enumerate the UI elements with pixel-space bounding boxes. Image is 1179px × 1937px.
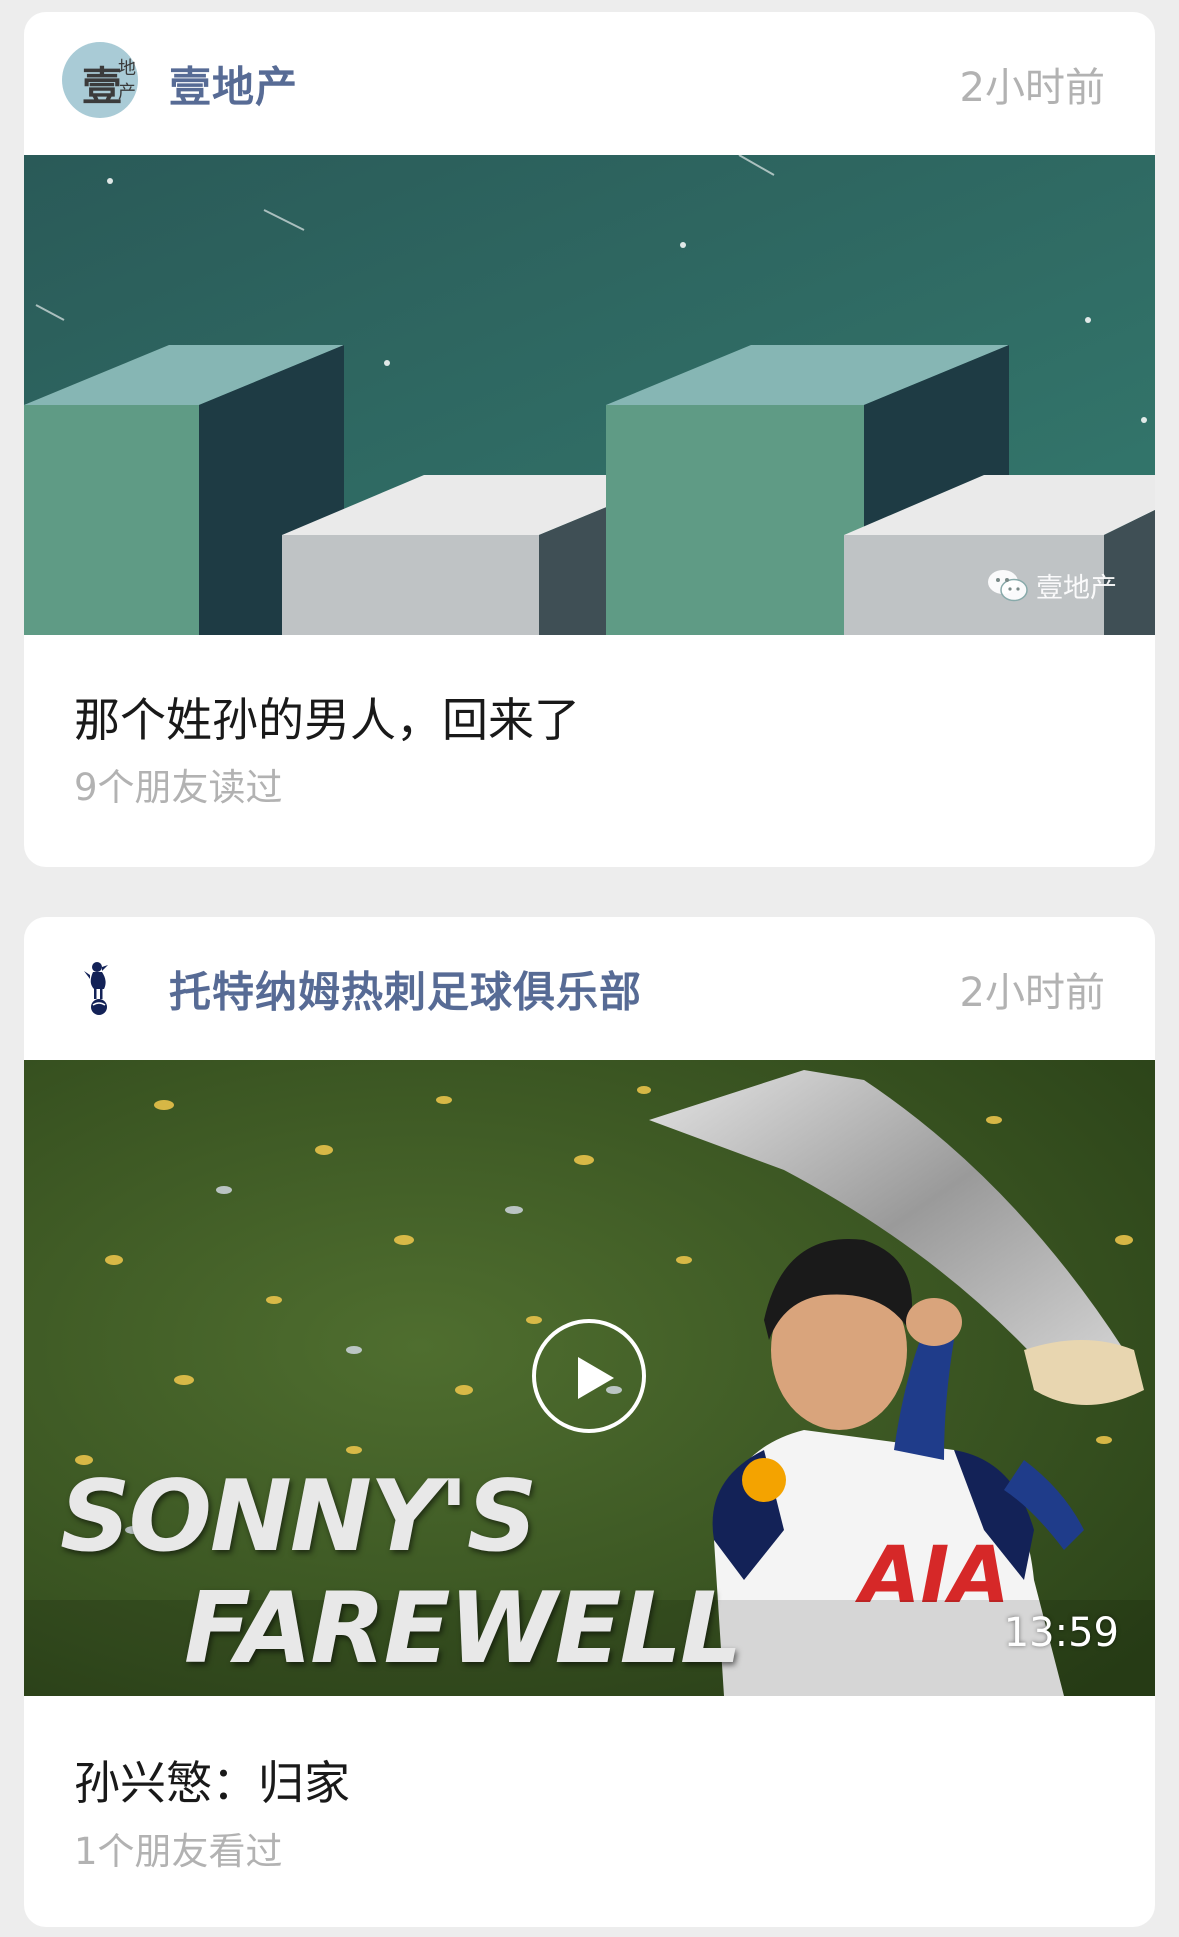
avatar-logo-small-1: 地 — [118, 58, 136, 79]
video-duration: 13:59 — [1003, 1610, 1119, 1656]
account-name[interactable]: 壹地产 — [169, 53, 298, 114]
article-cover-image[interactable]: 壹地产 — [24, 155, 1155, 635]
card-header: 托特纳姆热刺足球俱乐部 2小时前 — [24, 917, 1155, 1060]
video-headline-line1: SONNY'S — [60, 1460, 537, 1574]
watermark-text: 壹地产 — [1036, 573, 1117, 604]
article-title[interactable]: 那个姓孙的男人，回来了 — [74, 684, 580, 750]
account-name[interactable]: 托特纳姆热刺足球俱乐部 — [169, 958, 642, 1019]
feed-card-video[interactable]: 托特纳姆热刺足球俱乐部 2小时前 AIA SONNY'S FAREWELL 13… — [24, 917, 1155, 1927]
card-header: 壹 地 产 壹地产 2小时前 — [24, 12, 1155, 155]
account-avatar[interactable] — [60, 945, 140, 1025]
watched-by-friends: 1个朋友看过 — [74, 1830, 283, 1873]
video-cover-image[interactable]: AIA SONNY'S FAREWELL 13:59 — [24, 1060, 1155, 1696]
avatar-logo-main: 壹 — [82, 64, 122, 110]
video-headline-line2: FAREWELL — [184, 1572, 742, 1686]
wechat-icon — [986, 568, 1030, 604]
post-time: 2小时前 — [959, 969, 1105, 1016]
play-icon[interactable] — [532, 1319, 646, 1433]
account-avatar[interactable]: 壹 地 产 — [60, 40, 140, 120]
avatar-logo-small-2: 产 — [118, 82, 136, 103]
feed-card-article[interactable]: 壹 地 产 壹地产 2小时前 壹地产 那个姓孙的男人，回来了 9个朋友读过 — [24, 12, 1155, 867]
read-by-friends: 9个朋友读过 — [74, 766, 283, 809]
spurs-cockerel-icon — [60, 945, 140, 1025]
cover-watermark: 壹地产 — [986, 566, 1117, 605]
video-title[interactable]: 孙兴慜：归家 — [74, 1747, 350, 1813]
cover-illustration — [24, 155, 1155, 635]
post-time: 2小时前 — [959, 64, 1105, 111]
